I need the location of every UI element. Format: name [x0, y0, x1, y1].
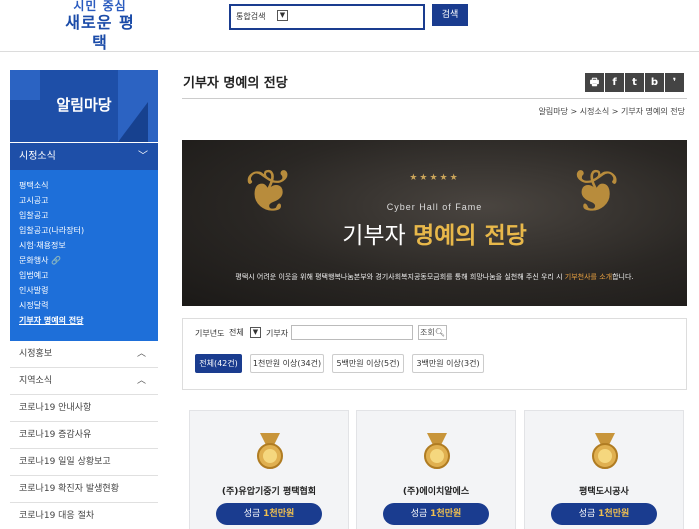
gold-medal-icon [424, 433, 450, 469]
chevron-up-icon: ︿ [136, 349, 146, 359]
sidebar-item-jobs[interactable]: 시험·채용정보 [19, 238, 158, 253]
search-icon: 🔍︎ [434, 328, 445, 337]
sidebar-item-label: 코로나19 증감사유 [19, 430, 92, 440]
donor-name: 평택도시공사 [579, 487, 629, 497]
hero-title-gold: 명예의 전당 [412, 223, 527, 249]
sidebar-item-label: 시정홍보 [19, 349, 53, 359]
sidebar-item-promotion[interactable]: 시정홍보 ︿ [10, 341, 158, 368]
sidebar-item-legislation[interactable]: 입법예고 [19, 268, 158, 283]
site-header: 시민 중심 새로운 평택 통합검색 ▼ 검색 [0, 0, 699, 52]
chevron-down-icon: ﹀ [138, 151, 148, 162]
site-logo[interactable]: 시민 중심 새로운 평택 [60, 0, 140, 53]
tab-5m[interactable]: 5백만원 이상(5건) [332, 354, 404, 373]
sidebar-item-label: 지역소식 [19, 376, 53, 386]
donor-label: 기부자 [266, 329, 289, 338]
amount-value: 1천만원 [598, 509, 630, 519]
laurel-right-icon: ❦ [570, 157, 621, 227]
year-select[interactable]: 전체 [229, 327, 244, 338]
search-button[interactable]: 조회🔍︎ [418, 325, 447, 340]
tab-10m[interactable]: 1천만원 이상(34건) [250, 354, 324, 373]
hero-desc-highlight: 기부천사를 소개 [564, 273, 613, 281]
sidebar-item-donor-hall[interactable]: 기부자 명예의 전당 [19, 313, 158, 328]
sidebar-item-covid-info[interactable]: 코로나19 안내사항 [10, 395, 158, 422]
donor-card[interactable]: (주)유압기중기 평택협회 성금 1천만원 [189, 410, 349, 529]
sidebar-item-calendar[interactable]: 시정달력 [19, 298, 158, 313]
year-label: 기부년도 [195, 329, 225, 338]
breadcrumb: 알림마당 > 시정소식 > 기부자 명예의 전당 [538, 107, 685, 116]
sidebar-item-covid-procedure[interactable]: 코로나19 대응 절차 [10, 503, 158, 529]
donation-amount-badge: 성금 1천만원 [383, 503, 489, 525]
hero-title: 기부자 명예의 전당 [182, 216, 687, 250]
sidebar-item-culture[interactable]: 문화행사 🔗 [19, 253, 158, 268]
logo-line2: 새로운 평택 [65, 13, 135, 52]
tab-3m[interactable]: 3백만원 이상(3건) [412, 354, 484, 373]
laurel-left-icon: ❦ [244, 157, 295, 227]
amount-prefix: 성금 [243, 509, 261, 519]
hero-desc-pre: 평택시 어려운 이웃을 위해 평택행복나눔본부와 경기사회복지공동모금회를 통해… [235, 273, 563, 281]
blog-icon[interactable]: b [645, 73, 664, 92]
sidebar-item-personnel[interactable]: 인사발령 [19, 283, 158, 298]
donor-card[interactable]: 평택도시공사 성금 1천만원 [524, 410, 684, 529]
amount-prefix: 성금 [578, 509, 596, 519]
print-icon[interactable]: 🖶 [585, 73, 604, 92]
chevron-down-icon[interactable]: ▼ [250, 327, 261, 338]
sidebar-submenu: 평택소식 고시공고 입찰공고 입찰공고(나라장터) 시험·채용정보 문화행사 🔗… [10, 170, 158, 341]
hero-desc-post: 합니다. [612, 273, 634, 281]
tab-all[interactable]: 전체(42건) [195, 354, 242, 373]
search-button-label: 조회 [420, 328, 435, 337]
donor-name: (주)에이치알에스 [402, 487, 470, 497]
stars-icon: ★★★★★ [409, 173, 460, 183]
donation-amount-badge: 성금 1천만원 [551, 503, 657, 525]
sidebar-item-label: 코로나19 일일 상황보고 [19, 457, 111, 467]
sidebar-banner: 알림마당 [10, 70, 158, 142]
sidebar-item-bids-nara[interactable]: 입찰공고(나라장터) [19, 223, 158, 238]
page-title: 기부자 명예의 전당 [183, 76, 288, 91]
sidebar-item-label: 코로나19 대응 절차 [19, 511, 95, 521]
donation-amount-badge: 성금 1천만원 [216, 503, 322, 525]
sidebar-section-header[interactable]: 시정소식 ﹀ [10, 143, 158, 170]
sidebar-item-label: 코로나19 안내사항 [19, 403, 92, 413]
gold-medal-icon [592, 433, 618, 469]
donor-name: (주)유압기중기 평택협회 [221, 487, 317, 497]
amount-value: 1천만원 [263, 509, 295, 519]
kakao-story-icon[interactable]: ❜ [665, 73, 684, 92]
hero-description: 평택시 어려운 이웃을 위해 평택행복나눔본부와 경기사회복지공동모금회를 통해… [182, 272, 687, 282]
title-divider [182, 98, 687, 99]
sidebar-item-covid-change[interactable]: 코로나19 증감사유 [10, 422, 158, 449]
gold-medal-icon [257, 433, 283, 469]
search-scope-select[interactable]: 통합검색 [236, 11, 265, 22]
sidebar-item-bids[interactable]: 입찰공고 [19, 208, 158, 223]
hero-subtitle: Cyber Hall of Fame [386, 202, 483, 212]
sidebar-item-label: 코로나19 확진자 발생현황 [19, 484, 119, 494]
sidebar-item-news[interactable]: 평택소식 [19, 178, 158, 193]
search-input[interactable]: 통합검색 ▼ [229, 4, 425, 30]
donor-name-input[interactable] [291, 325, 413, 340]
sidebar-section-label: 시정소식 [19, 151, 56, 162]
donor-card[interactable]: (주)에이치알에스 성금 1천만원 [356, 410, 516, 529]
sidebar-item-covid-cases[interactable]: 코로나19 확진자 발생현황 [10, 476, 158, 503]
hero-title-plain: 기부자 [342, 223, 406, 249]
hero-banner: ❦ ❦ ★★★★★ Cyber Hall of Fame 기부자 명예의 전당 … [182, 140, 687, 306]
sidebar-item-covid-daily[interactable]: 코로나19 일일 상황보고 [10, 449, 158, 476]
search-button[interactable]: 검색 [432, 4, 468, 26]
sidebar-banner-title: 알림마당 [56, 96, 112, 114]
chevron-down-icon[interactable]: ▼ [277, 10, 288, 21]
facebook-icon[interactable]: f [605, 73, 624, 92]
twitter-icon[interactable]: t [625, 73, 644, 92]
filter-panel: 기부년도 전체 ▼ 기부자 조회🔍︎ 전체(42건) 1천만원 이상(34건) … [182, 318, 687, 390]
amount-prefix: 성금 [410, 509, 428, 519]
chevron-up-icon: ︿ [136, 376, 146, 386]
sidebar-item-notices[interactable]: 고시공고 [19, 193, 158, 208]
sidebar-item-local-news[interactable]: 지역소식 ︿ [10, 368, 158, 395]
amount-value: 1천만원 [430, 509, 462, 519]
logo-line1: 시민 중심 [73, 0, 127, 13]
